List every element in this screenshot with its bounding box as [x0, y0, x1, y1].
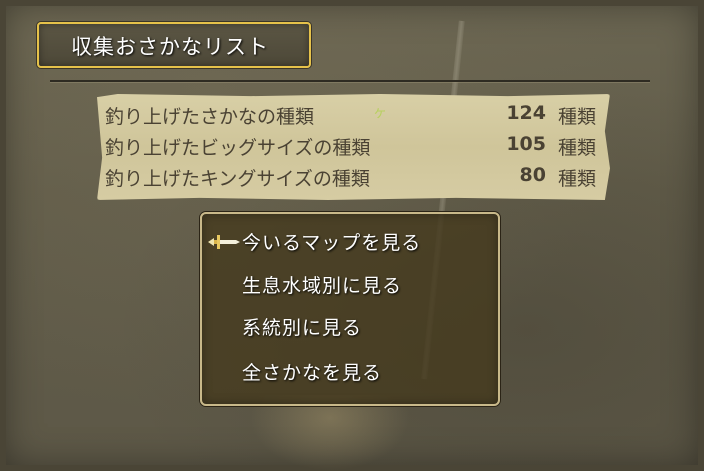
stat-label: 釣り上げたキングサイズの種類 [105, 168, 370, 190]
stat-row-big: 釣り上げたビッグサイズの種類 105 種類 [105, 131, 602, 161]
title-box: 収集おさかなリスト [37, 22, 311, 68]
stat-value: 124 [506, 102, 546, 124]
stat-unit: 種類 [557, 106, 596, 128]
menu-item-all-fish[interactable]: 全さかなを見る [242, 358, 482, 392]
stat-value: 105 [506, 133, 546, 155]
stat-unit: 種類 [557, 137, 596, 159]
sparkle-icon: ヶ [373, 105, 387, 121]
command-menu: 今いるマップを見る 生息水域別に見る 系統別に見る 全さかなを見る [200, 212, 500, 406]
background-character [250, 395, 410, 471]
stat-row-king: 釣り上げたキングサイズの種類 80 種類 [105, 162, 602, 192]
stat-unit: 種類 [557, 168, 596, 190]
menu-item-current-map[interactable]: 今いるマップを見る [242, 228, 482, 262]
menu-item-by-lineage[interactable]: 系統別に見る [242, 313, 482, 347]
window-title: 収集おさかなリスト [71, 35, 269, 59]
stat-label: 釣り上げたビッグサイズの種類 [105, 137, 371, 159]
stat-value: 80 [519, 164, 546, 186]
divider [50, 80, 650, 82]
stat-label: 釣り上げたさかなの種類 [105, 106, 315, 128]
stats-panel: 釣り上げたさかなの種類 ヶ 124 種類 釣り上げたビッグサイズの種類 105 … [97, 94, 610, 200]
stat-row-species: 釣り上げたさかなの種類 ヶ 124 種類 [105, 100, 602, 130]
sword-cursor-icon [208, 235, 240, 249]
menu-item-by-habitat[interactable]: 生息水域別に見る [242, 271, 482, 305]
